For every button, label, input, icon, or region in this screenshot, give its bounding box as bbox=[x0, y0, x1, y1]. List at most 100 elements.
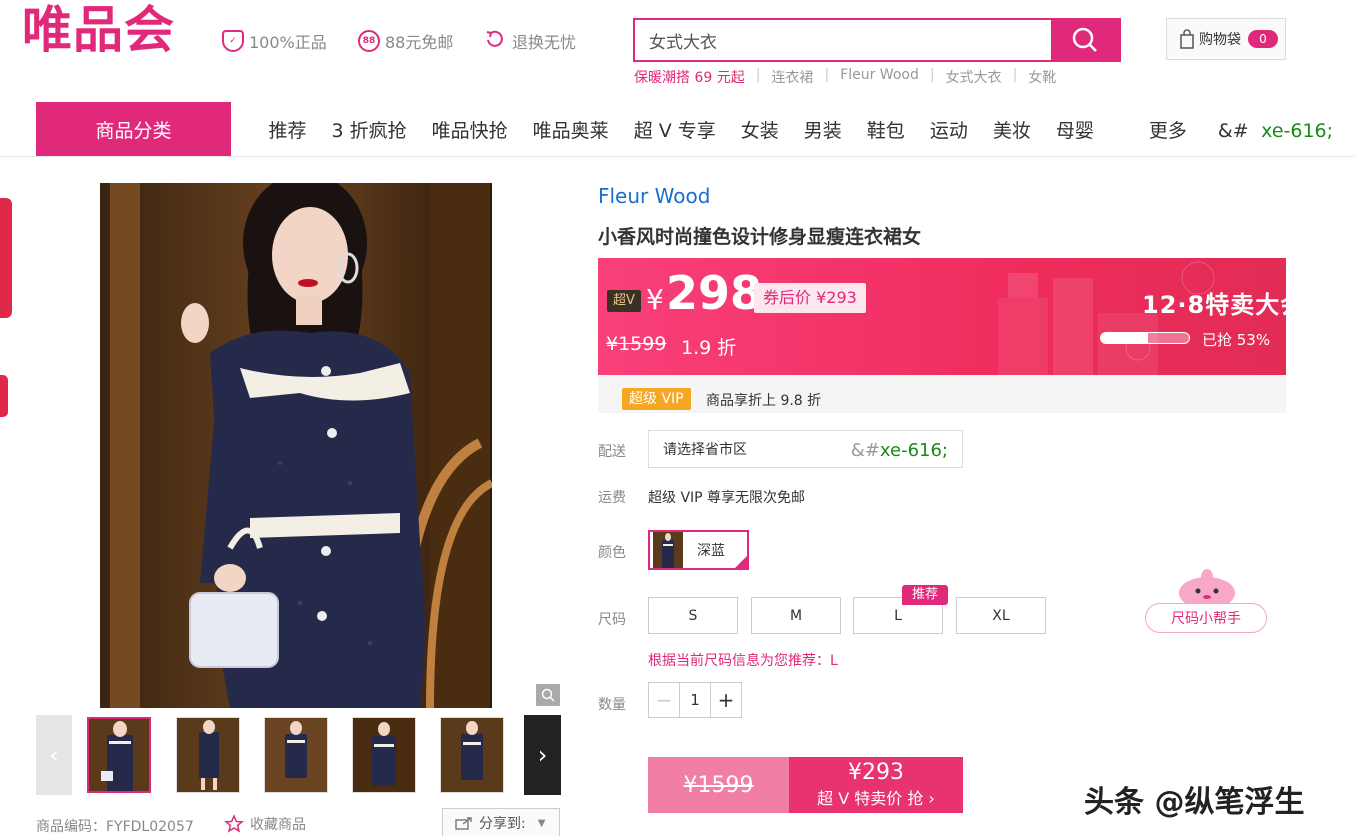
size-option-s[interactable]: S bbox=[648, 597, 738, 634]
shopping-bag-icon bbox=[1180, 29, 1194, 49]
chevron-left-icon: ‹ bbox=[49, 741, 59, 769]
separator: | bbox=[824, 67, 830, 83]
promise-authentic: ✓ 100%正品 bbox=[222, 28, 327, 54]
promise-returns-label: 退换无忧 bbox=[512, 33, 577, 52]
super-vip-text: 商品享折上 9.8 折 bbox=[706, 393, 822, 409]
watermark-text: 头条 @纵笔浮生 bbox=[1084, 785, 1305, 820]
nav-item-supervip[interactable]: 超 V 专享 bbox=[634, 116, 716, 143]
nav-more-glyph-amp: &# bbox=[1217, 120, 1249, 142]
search-input[interactable] bbox=[635, 20, 1051, 60]
sold-progress-bar bbox=[1100, 332, 1190, 344]
nav-item-beauty[interactable]: 美妆 bbox=[993, 116, 1031, 143]
thumbnail[interactable] bbox=[87, 717, 151, 793]
color-swatch bbox=[653, 532, 683, 568]
thumbnail-prev-button[interactable]: ‹ bbox=[36, 715, 72, 795]
sale-price: 298 bbox=[666, 266, 763, 320]
shipping-text: 超级 VIP 尊享无限次免邮 bbox=[648, 490, 806, 506]
super-vip-row bbox=[598, 375, 1286, 413]
quantity-value[interactable]: 1 bbox=[680, 683, 710, 717]
share-label: 分享到: bbox=[479, 816, 526, 832]
sold-progress-fill bbox=[1101, 333, 1148, 343]
nav-more-label: 更多 bbox=[1148, 120, 1187, 142]
size-option-m[interactable]: M bbox=[751, 597, 841, 634]
product-main-image[interactable] bbox=[100, 183, 492, 708]
thumbnail-next-button[interactable]: › bbox=[524, 715, 561, 795]
size-label: 尺码 bbox=[598, 612, 626, 628]
search-icon bbox=[1072, 27, 1097, 52]
hot-search-words: 保暖潮搭 69 元起 | 连衣裙 | Fleur Wood | 女式大衣 | 女… bbox=[634, 67, 1056, 87]
currency-symbol: ¥ bbox=[646, 283, 664, 316]
quantity-increase-button[interactable]: + bbox=[710, 683, 741, 717]
side-floating-tab[interactable] bbox=[0, 198, 12, 318]
nav-divider bbox=[0, 156, 1355, 157]
delivery-label: 配送 bbox=[598, 444, 626, 460]
coupon-price[interactable]: 券后价 ¥293 bbox=[754, 283, 866, 313]
size-recommendation: 根据当前尺码信息为您推荐：L bbox=[648, 653, 838, 669]
thumbnail[interactable] bbox=[264, 717, 328, 793]
nav-item-sports[interactable]: 运动 bbox=[930, 116, 968, 143]
hot-word[interactable]: 保暖潮搭 69 元起 bbox=[634, 67, 745, 87]
nav-item-outlet[interactable]: 唯品奥莱 bbox=[533, 116, 609, 143]
hot-word[interactable]: 连衣裙 bbox=[771, 67, 813, 87]
star-icon bbox=[224, 814, 244, 833]
category-menu-button[interactable]: 商品分类 bbox=[36, 102, 231, 157]
selected-check-icon bbox=[733, 554, 749, 570]
mascot-icon bbox=[1176, 567, 1238, 609]
main-nav: 推荐 3 折疯抢 唯品快抢 唯品奥莱 超 V 专享 女装 男装 鞋包 运动 美妆… bbox=[256, 102, 1355, 157]
nav-item-more[interactable]: 更多 &# xe-616; bbox=[1136, 116, 1345, 143]
thumbnail[interactable] bbox=[352, 717, 416, 793]
hot-word[interactable]: Fleur Wood bbox=[840, 67, 919, 87]
quantity-decrease-button[interactable]: − bbox=[649, 683, 680, 717]
nav-item-flash[interactable]: 唯品快抢 bbox=[432, 116, 508, 143]
search-button[interactable] bbox=[1051, 20, 1119, 60]
zoom-button[interactable] bbox=[536, 684, 560, 706]
shipping-label: 运费 bbox=[598, 490, 626, 506]
chevron-down-icon: &#xe-616; bbox=[850, 440, 948, 461]
super-v-tag: 超V bbox=[607, 290, 641, 312]
size-helper-button[interactable]: 尺码小帮手 bbox=[1145, 603, 1267, 633]
sold-progress-text: 已抢 53% bbox=[1202, 331, 1271, 349]
shield-icon: ✓ bbox=[222, 30, 244, 52]
super-vip-badge: 超级 VIP bbox=[622, 388, 691, 410]
share-icon bbox=[455, 817, 472, 830]
color-option-label: 深蓝 bbox=[697, 543, 725, 559]
favorite-button[interactable]: 收藏商品 bbox=[224, 814, 306, 834]
buy-original-price[interactable]: ¥1599 bbox=[648, 757, 789, 813]
original-price: ¥1599 bbox=[606, 333, 667, 355]
nav-item-women[interactable]: 女装 bbox=[741, 116, 779, 143]
nav-item-baby[interactable]: 母婴 bbox=[1056, 116, 1094, 143]
discount-rate: 1.9 折 bbox=[681, 337, 737, 359]
product-title: 小香风时尚撞色设计修身显瘦连衣裙女 bbox=[598, 226, 922, 248]
quantity-label: 数量 bbox=[598, 697, 626, 713]
cart-count-badge: 0 bbox=[1248, 30, 1278, 48]
recommended-tag: 推荐 bbox=[902, 585, 948, 605]
promise-free-shipping-label: 88元免邮 bbox=[385, 33, 454, 52]
separator: | bbox=[929, 67, 935, 83]
side-floating-tab[interactable] bbox=[0, 375, 8, 417]
search-bar bbox=[633, 18, 1121, 62]
hot-word[interactable]: 女靴 bbox=[1028, 67, 1056, 87]
cart-button[interactable]: 购物袋 0 bbox=[1166, 18, 1286, 60]
separator: | bbox=[755, 67, 761, 83]
nav-item-bags[interactable]: 鞋包 bbox=[867, 116, 905, 143]
chevron-down-icon: xe-616; bbox=[1261, 120, 1334, 142]
thumbnail[interactable] bbox=[440, 717, 504, 793]
chevron-right-icon: › bbox=[537, 741, 548, 769]
separator: | bbox=[1012, 67, 1018, 83]
share-dropdown[interactable]: 分享到: ▼ bbox=[442, 808, 560, 836]
promise-returns: 退换无忧 bbox=[484, 28, 576, 54]
brand-link[interactable]: Fleur Wood bbox=[598, 184, 710, 208]
color-option[interactable]: 深蓝 bbox=[648, 530, 749, 570]
badge-88-icon: 88 bbox=[358, 30, 380, 52]
vipshop-logo[interactable]: 唯品会 bbox=[22, 2, 175, 58]
region-select[interactable]: 请选择省市区 &#xe-616; bbox=[648, 430, 963, 468]
size-option-xl[interactable]: XL bbox=[956, 597, 1046, 634]
thumbnail[interactable] bbox=[176, 717, 240, 793]
nav-item-30off[interactable]: 3 折疯抢 bbox=[332, 116, 407, 143]
nav-item-recommend[interactable]: 推荐 bbox=[269, 116, 307, 143]
hot-word[interactable]: 女式大衣 bbox=[946, 67, 1002, 87]
caret-down-icon: ▼ bbox=[537, 817, 546, 829]
event-title: 12·8特卖大会 bbox=[1142, 291, 1306, 319]
nav-item-men[interactable]: 男装 bbox=[804, 116, 842, 143]
buy-now-button[interactable]: ¥293 超 V 特卖价 抢 › bbox=[789, 757, 963, 813]
